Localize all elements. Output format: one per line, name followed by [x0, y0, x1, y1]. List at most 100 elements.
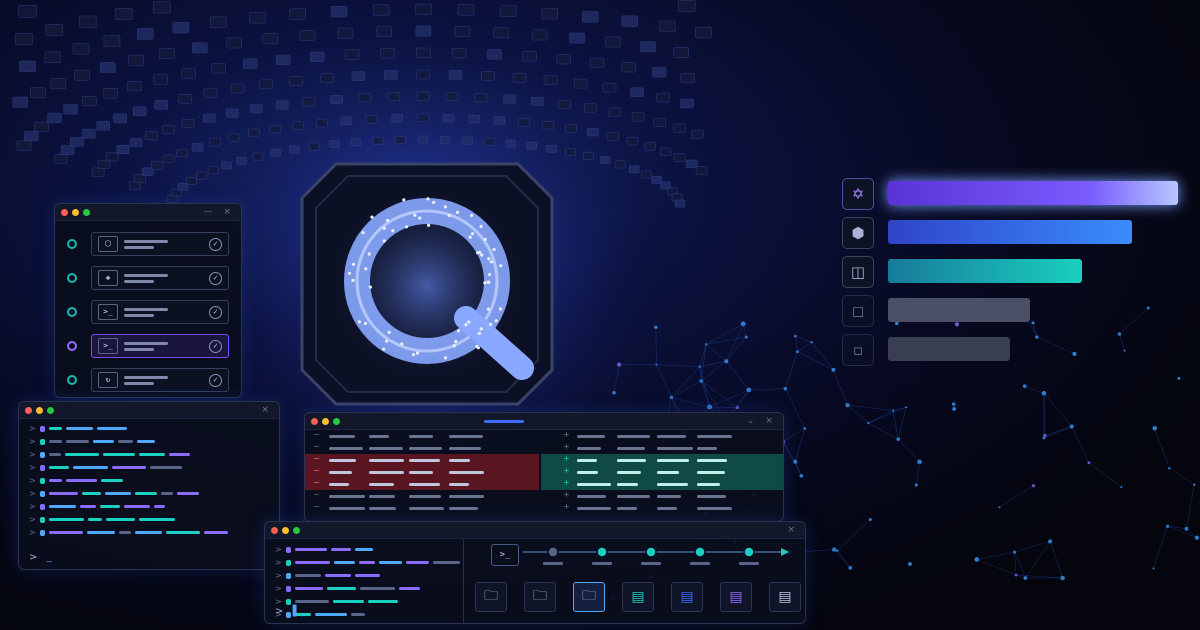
folder-icon[interactable]: 🗀	[524, 582, 556, 612]
ranking-chart: ✡ ⬢ ◫ ◻ ▫	[840, 178, 1180, 368]
code-line: >	[23, 422, 128, 435]
code-line: >	[23, 435, 155, 448]
diff-removed-line: −	[305, 454, 539, 466]
close-dot[interactable]	[271, 526, 278, 534]
prompt-symbol: >	[29, 552, 38, 563]
step-text-placeholder	[124, 307, 168, 317]
code-line: >	[23, 513, 175, 526]
bottom-window: × > > > > > > > ▌_ >_ 🗀 🗀 🗀 ▤ ▤ ▤ ▤	[264, 521, 806, 624]
diff-added-line: +	[541, 478, 783, 490]
step-text-placeholder	[124, 375, 168, 385]
code-line: >	[23, 526, 228, 539]
pipeline-step[interactable]: >_ ✓	[91, 300, 229, 324]
minimize-dot[interactable]	[72, 208, 79, 216]
diff-window: ⌄ × − + − + − + − + − + − + − +	[304, 412, 784, 522]
close-dot[interactable]	[61, 208, 68, 216]
check-icon: ✓	[209, 305, 222, 319]
doc-teal-icon[interactable]: ▤	[622, 582, 654, 612]
minimize-dot[interactable]	[282, 526, 289, 534]
file-strip: 🗀 🗀 🗀 ▤ ▤ ▤ ▤	[465, 522, 805, 622]
diamond-icon: ◈	[98, 270, 118, 286]
step-node	[67, 307, 77, 317]
diff-removed-line: −	[305, 478, 539, 490]
maximize-dot[interactable]	[333, 417, 340, 425]
q-logo-badge	[296, 158, 558, 410]
pipeline-step[interactable]: ↻ ✓	[91, 368, 229, 392]
hero-banner: ✡ ⬢ ◫ ◻ ▫ — × ⬡ ✓ ◈ ✓ >_ ✓ >_ ✓ ↻ ✓ × > > > > > > > > > > _	[0, 0, 1200, 630]
check-icon: ✓	[209, 237, 222, 251]
pipeline-step[interactable]: ◈ ✓	[91, 266, 229, 290]
check-icon: ✓	[209, 271, 222, 285]
window-controls-icon[interactable]: ⌄ ×	[747, 416, 777, 426]
diff-added-line: +	[541, 454, 783, 466]
folder-icon[interactable]: 🗀	[475, 582, 507, 612]
check-icon: ✓	[209, 373, 222, 387]
code-line: >	[23, 448, 191, 461]
close-dot[interactable]	[25, 406, 32, 414]
diff-line: +	[541, 502, 783, 514]
diff-line: −	[305, 502, 539, 514]
maximize-dot[interactable]	[47, 406, 54, 414]
diff-line: +	[541, 490, 783, 502]
code-line: >	[269, 582, 420, 595]
diff-line: −	[305, 490, 539, 502]
window-controls-icon[interactable]: — ×	[204, 207, 235, 217]
code-line: >	[23, 461, 182, 474]
step-node	[67, 375, 77, 385]
check-icon: ✓	[209, 339, 222, 353]
left-terminal-window: × > > > > > > > > > > _	[18, 401, 280, 570]
cube-icon: ◫	[842, 256, 874, 288]
ranking-bar	[888, 220, 1132, 244]
step-text-placeholder	[124, 273, 168, 283]
terminal-icon: >_	[98, 304, 118, 320]
maximize-dot[interactable]	[293, 526, 300, 534]
minimize-dot[interactable]	[322, 417, 329, 425]
code-line: >	[23, 500, 165, 513]
star-of-david-icon: ✡	[842, 178, 874, 210]
diff-line: +	[541, 442, 783, 454]
left-terminal-titlebar: ×	[19, 402, 279, 419]
prompt-symbol: >	[275, 606, 284, 617]
close-dot[interactable]	[311, 417, 318, 425]
diff-removed-line: −	[305, 466, 539, 478]
ranking-bar	[888, 337, 1010, 361]
code-line: >	[23, 474, 123, 487]
diff-added-line: +	[541, 466, 783, 478]
code-line: >	[269, 569, 381, 582]
step-text-placeholder	[124, 239, 168, 249]
bottom-terminal-prompt[interactable]: > ▌_	[275, 606, 305, 617]
window-close-icon[interactable]: ×	[261, 405, 273, 415]
step-node	[67, 239, 77, 249]
pipeline-step[interactable]: >_ ✓	[91, 334, 229, 358]
cube-outline-icon: ◻	[842, 295, 874, 327]
step-node	[67, 273, 77, 283]
diff-titlebar: ⌄ ×	[305, 413, 783, 430]
doc-blue-icon[interactable]: ▤	[671, 582, 703, 612]
doc-gray-icon[interactable]: ▤	[769, 582, 801, 612]
terminal-prompt[interactable]: > _	[29, 552, 52, 563]
diff-line: +	[541, 430, 783, 442]
pipeline-titlebar: — ×	[55, 204, 241, 221]
cursor: _	[46, 552, 52, 563]
doc-purple-icon[interactable]: ▤	[720, 582, 752, 612]
cursor: ▌_	[292, 606, 306, 617]
pane-divider	[463, 539, 464, 623]
step-node	[67, 341, 77, 351]
minimize-dot[interactable]	[36, 406, 43, 414]
pipeline-step[interactable]: ⬡ ✓	[91, 232, 229, 256]
maximize-dot[interactable]	[83, 208, 90, 216]
cube-icon: ⬡	[98, 236, 118, 252]
code-line: >	[23, 487, 200, 500]
cube-faded-icon: ▫	[842, 334, 874, 366]
ranking-bar	[888, 259, 1083, 283]
cycle-icon: ↻	[98, 372, 118, 388]
bottom-terminal-code: > > > > > >	[265, 539, 461, 619]
ranking-bar	[888, 298, 1031, 322]
terminal-icon: >_	[98, 338, 118, 354]
diff-content: − + − + − + − + − + − + − +	[305, 430, 783, 520]
diff-tab-indicator[interactable]	[484, 419, 524, 423]
q-shield-logo-icon	[300, 162, 554, 406]
hexagon-gear-icon: ⬢	[842, 217, 874, 249]
folder-icon[interactable]: 🗀	[573, 582, 605, 612]
ranking-bar	[888, 181, 1178, 205]
